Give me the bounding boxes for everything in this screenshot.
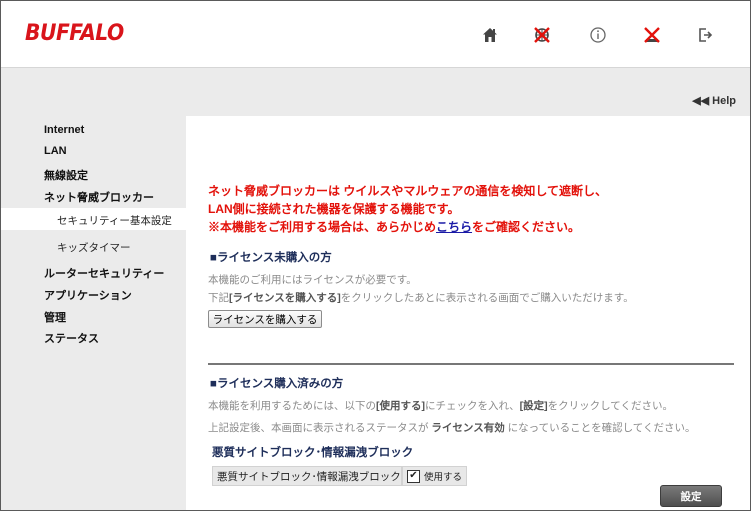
notice-line-2: LAN側に接続された機器を保護する機能です。: [208, 202, 460, 216]
section-divider: [208, 363, 734, 365]
sidebar-item-router-security[interactable]: ルーターセキュリティー: [44, 265, 164, 281]
unpurchased-desc-2-pre: 下記: [208, 292, 229, 304]
sidebar-item-kids-timer[interactable]: キッズタイマー: [57, 240, 131, 255]
use-checkbox-label: 使用する: [423, 472, 462, 483]
sidebar-item-wireless[interactable]: 無線設定: [44, 167, 88, 183]
purchased-desc-1-use: [使用する]: [376, 400, 425, 412]
home-icon[interactable]: [478, 23, 502, 47]
purchase-license-button[interactable]: ライセンスを購入する: [208, 310, 322, 328]
no-wireless-icon[interactable]: [640, 23, 664, 47]
purchased-desc-1-pre: 本機能を利用するためには、以下の: [208, 400, 376, 412]
sidebar-item-security-basic[interactable]: セキュリティー基本設定: [57, 213, 172, 228]
no-internet-icon[interactable]: [530, 23, 554, 47]
sidebar-item-admin[interactable]: 管理: [44, 309, 66, 325]
purchased-desc-2-bold: ライセンス有効: [428, 422, 508, 434]
sidebar-item-threat-blocker[interactable]: ネット脅威ブロッカー: [44, 189, 154, 205]
use-checkbox[interactable]: ✔: [407, 469, 420, 483]
purchased-desc-1-mid: にチェックを入れ、: [425, 400, 520, 412]
purchased-desc-1-post: をクリックしてください。: [547, 400, 673, 412]
logout-icon[interactable]: [693, 23, 717, 47]
unpurchased-desc-2: 下記[ライセンスを購入する]をクリックしたあとに表示される画面でご購入いただけま…: [208, 290, 634, 305]
notice-line-3-post: をご確認ください。: [472, 220, 581, 234]
unpurchased-desc-2-bold: [ライセンスを購入する]: [229, 292, 341, 304]
details-link[interactable]: こちら: [436, 220, 472, 234]
use-checkbox-cell[interactable]: ✔ 使用する: [402, 466, 467, 486]
sidebar-item-status[interactable]: ステータス: [44, 330, 99, 346]
purchased-desc-2-post: になっていることを確認してください。: [507, 422, 696, 434]
block-feature-row: 悪質サイトブロック･情報漏洩ブロック ✔ 使用する: [212, 466, 467, 486]
unpurchased-desc-1: 本機能のご利用にはライセンスが必要です。: [208, 274, 417, 286]
notice-line-3-pre: ※本機能をご利用する場合は、あらかじめ: [208, 220, 437, 234]
notice-line-1: ネット脅威ブロッカーは ウイルスやマルウェアの通信を検知して遮断し、: [208, 184, 607, 198]
info-icon[interactable]: [586, 23, 610, 47]
purchased-desc-1: 本機能を利用するためには、以下の[使用する]にチェックを入れ、[設定]をクリック…: [208, 398, 673, 413]
purchased-desc-2-pre: 上記設定後、本画面に表示されるステータスが: [208, 422, 429, 434]
set-button[interactable]: 設定: [660, 485, 722, 507]
unpurchased-desc-2-post: をクリックしたあとに表示される画面でご購入いただけます。: [340, 292, 634, 304]
purchased-desc-2: 上記設定後、本画面に表示されるステータスが ライセンス有効 になっていることを確…: [208, 420, 695, 435]
sidebar-item-lan[interactable]: LAN: [44, 145, 67, 157]
router-admin-window: BUFFALO ◀◀ Help Internet LAN 無線設定 ネット脅威ブ…: [0, 0, 751, 511]
purchased-desc-1-set: [設定]: [519, 400, 548, 412]
unpurchased-section-title: ■ライセンス未購入の方: [210, 252, 332, 264]
purchased-section-title: ■ライセンス購入済みの方: [210, 378, 344, 390]
main-content: ネット脅威ブロッカーは ウイルスやマルウェアの通信を検知して遮断し、 LAN側に…: [186, 116, 750, 510]
sidebar-item-internet[interactable]: Internet: [44, 124, 84, 136]
notice-line-3: ※本機能をご利用する場合は、あらかじめこちらをご確認ください。: [208, 218, 580, 235]
block-feature-label: 悪質サイトブロック･情報漏洩ブロック: [212, 466, 402, 486]
sidebar-item-application[interactable]: アプリケーション: [44, 287, 132, 303]
header-bar: BUFFALO: [1, 1, 750, 68]
buffalo-logo: BUFFALO: [25, 21, 124, 46]
help-link[interactable]: ◀◀ Help: [692, 94, 736, 107]
block-feature-subtitle: 悪質サイトブロック･情報漏洩ブロック: [212, 447, 414, 459]
